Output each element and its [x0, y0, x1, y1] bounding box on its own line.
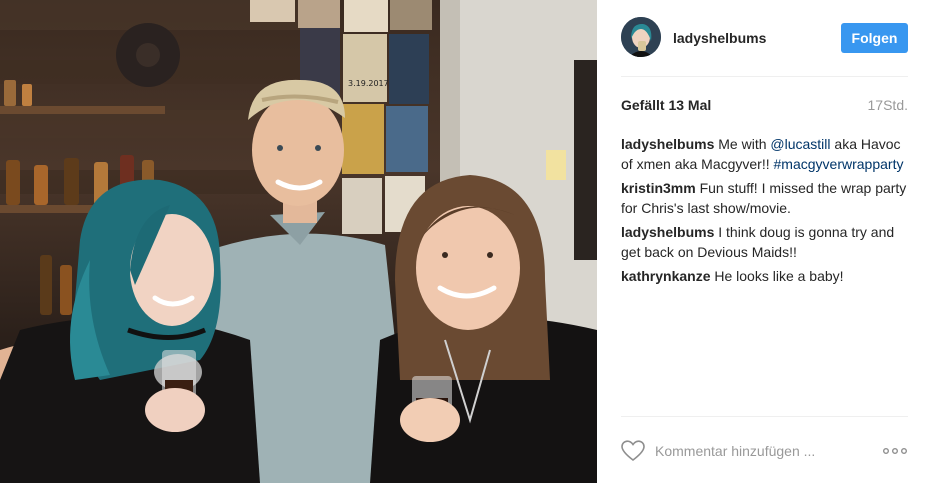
heart-outline-icon[interactable]: [621, 440, 645, 462]
comment-text: Me with: [714, 136, 771, 152]
comment-item: ladyshelbums I think doug is gonna try a…: [621, 222, 908, 262]
header-divider: [621, 76, 908, 77]
comment-author[interactable]: ladyshelbums: [621, 136, 714, 152]
likes-count[interactable]: Gefällt 13 Mal: [621, 97, 711, 113]
comment-author[interactable]: kristin3mm: [621, 180, 696, 196]
comment-list: ladyshelbums Me with @lucastill aka Havo…: [621, 134, 908, 290]
likes-row: Gefällt 13 Mal 17Std.: [621, 97, 908, 115]
post-sidebar: ladyshelbums Folgen Gefällt 13 Mal 17Std…: [597, 0, 932, 483]
comment-item: kristin3mm Fun stuff! I missed the wrap …: [621, 178, 908, 218]
comment-author[interactable]: kathrynkanze: [621, 268, 710, 284]
follow-button[interactable]: Folgen: [841, 23, 908, 53]
comment-item: kathrynkanze He looks like a baby!: [621, 266, 908, 286]
comment-author[interactable]: ladyshelbums: [621, 224, 714, 240]
comment-text: He looks like a baby!: [710, 268, 844, 284]
comment-item: ladyshelbums Me with @lucastill aka Havo…: [621, 134, 908, 174]
photo-illustration: 3.19.2017: [0, 0, 597, 483]
comment-mention-link[interactable]: @lucastill: [770, 136, 830, 152]
comments-divider: [621, 416, 908, 417]
avatar[interactable]: [621, 17, 661, 57]
comment-input[interactable]: [655, 440, 865, 462]
poster-date-text: 3.19.2017: [348, 79, 389, 88]
comment-bar: [621, 436, 908, 466]
more-options-icon[interactable]: [882, 441, 908, 461]
post-timestamp[interactable]: 17Std.: [868, 97, 908, 113]
post-header: ladyshelbums Folgen: [621, 15, 908, 61]
post-photo[interactable]: 3.19.2017: [0, 0, 597, 483]
avatar-image: [621, 17, 661, 57]
username[interactable]: ladyshelbums: [673, 30, 766, 46]
comment-hashtag-link[interactable]: #macgyverwrapparty: [774, 156, 904, 172]
